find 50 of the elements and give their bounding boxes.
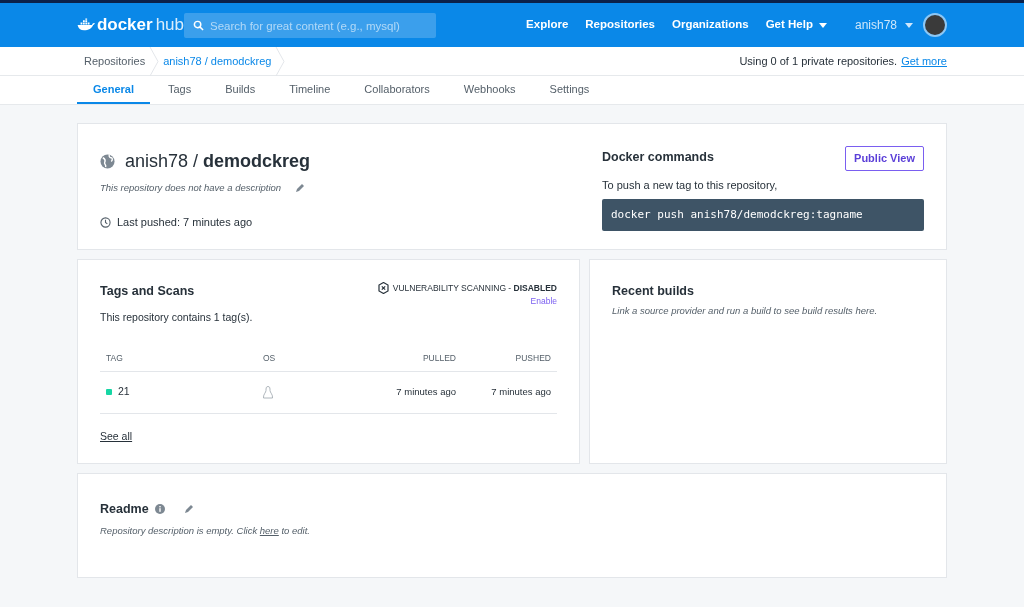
- shield-x-icon: [377, 282, 389, 295]
- get-more-link[interactable]: Get more: [901, 52, 947, 70]
- enable-link[interactable]: Enable: [530, 294, 557, 308]
- recent-builds-title: Recent builds: [612, 283, 695, 300]
- repository-description: This repository does not have a description: [100, 181, 282, 195]
- tab[interactable]: Settings: [533, 76, 606, 104]
- column-header[interactable]: TAG: [106, 351, 263, 365]
- nav-link[interactable]: Get Help: [765, 16, 827, 34]
- tags-title: Tags and Scans: [100, 283, 196, 300]
- column-header[interactable]: OS: [263, 351, 356, 365]
- logo-text[interactable]: docker: [96, 12, 153, 38]
- breadcrumb-link[interactable]: anish78 / demodckreg: [163, 52, 272, 70]
- scanning-status: VULNERABILITY SCANNING - DISABLED: [392, 282, 557, 295]
- push-hint: To push a new tag to this repository,: [602, 177, 778, 193]
- tab[interactable]: Builds: [209, 76, 272, 104]
- pencil-icon[interactable]: [183, 504, 194, 515]
- table-cell-text: 7 minutes ago: [490, 384, 551, 399]
- clock-icon: [100, 217, 111, 228]
- info-icon[interactable]: [154, 504, 165, 515]
- search-icon: [193, 19, 204, 31]
- nav-link[interactable]: Explore: [526, 16, 569, 34]
- docker-commands-title: Docker commands: [602, 149, 715, 166]
- caret-icon[interactable]: [818, 22, 827, 28]
- readme-empty-text: Repository description is empty. Click here to edit.: [100, 523, 311, 538]
- usage-text: Using 0 of 1 private repositories.: [739, 53, 898, 69]
- tab[interactable]: Timeline: [273, 76, 347, 104]
- tab[interactable]: Webhooks: [447, 76, 532, 104]
- column-header[interactable]: PUSHED: [456, 351, 551, 365]
- penguin-icon: [263, 385, 273, 399]
- tag-link[interactable]: 21: [118, 384, 130, 400]
- tab[interactable]: General: [77, 76, 150, 104]
- recent-builds-text: Link a source provider and run a build to see build results here.: [612, 303, 879, 318]
- breadcrumb-link[interactable]: Repositories: [84, 52, 146, 70]
- column-header[interactable]: PULLED: [356, 351, 456, 365]
- caret-icon[interactable]: [905, 22, 913, 28]
- repository-title: anish78 / demodckreg: [125, 150, 311, 173]
- table-cell-text: 7 minutes ago: [395, 384, 456, 399]
- nav-link[interactable]: Repositories: [585, 16, 655, 34]
- last-pushed-text: Last pushed: 7 minutes ago: [117, 215, 253, 231]
- globe-icon: [100, 154, 115, 169]
- tab[interactable]: Collaborators: [348, 76, 446, 104]
- nav-link[interactable]: Organizations: [671, 16, 749, 34]
- tab[interactable]: Tags: [151, 76, 208, 104]
- edit-link[interactable]: here: [259, 524, 279, 536]
- see-all-link[interactable]: See all: [100, 428, 133, 445]
- readme-title: Readme: [100, 501, 149, 518]
- pencil-icon[interactable]: [295, 183, 306, 194]
- tags-summary: This repository contains 1 tag(s).: [100, 309, 253, 325]
- command-box: docker push anish78/demodckreg:tagname: [602, 199, 924, 232]
- public-view-button[interactable]: Public View: [845, 146, 924, 171]
